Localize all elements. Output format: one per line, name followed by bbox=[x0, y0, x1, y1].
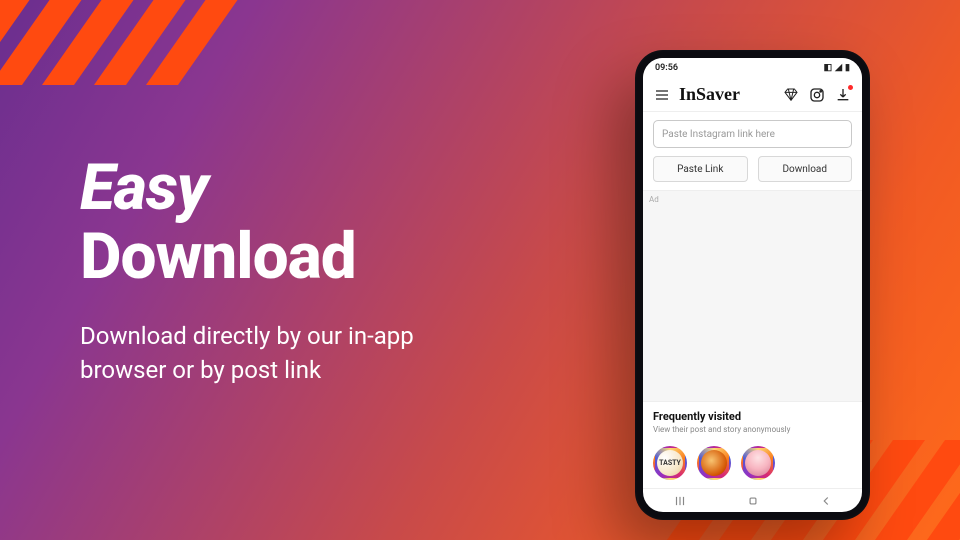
headline-line2: Download bbox=[80, 219, 356, 294]
avatar[interactable] bbox=[741, 446, 775, 480]
appbar: InSaver bbox=[643, 78, 862, 112]
download-tray-icon[interactable] bbox=[834, 86, 852, 104]
ad-area: Ad bbox=[643, 190, 862, 402]
recents-icon[interactable] bbox=[673, 494, 687, 508]
avatar-label bbox=[745, 450, 771, 476]
app-brand: InSaver bbox=[679, 84, 774, 105]
avatar[interactable] bbox=[697, 446, 731, 480]
android-navbar bbox=[643, 488, 862, 512]
phone-mockup: 09:56 ◧ ◢ ▮ InSaver bbox=[635, 50, 870, 520]
battery-icon: ▮ bbox=[845, 63, 850, 73]
wifi-icon: ◧ bbox=[824, 63, 833, 73]
notification-dot bbox=[848, 85, 853, 90]
headline-line1: Easy bbox=[80, 150, 356, 225]
avatar-label bbox=[701, 450, 727, 476]
avatar-row: TASTY bbox=[643, 440, 862, 488]
download-button[interactable]: Download bbox=[758, 156, 853, 182]
ad-label: Ad bbox=[649, 195, 659, 204]
link-input[interactable]: Paste Instagram link here bbox=[653, 120, 852, 148]
subtitle: Download directly by our in-app browser … bbox=[80, 320, 460, 387]
instagram-icon[interactable] bbox=[808, 86, 826, 104]
headline: Easy Download bbox=[80, 150, 356, 294]
statusbar-right: ◧ ◢ ▮ bbox=[824, 63, 850, 73]
avatar-label: TASTY bbox=[657, 450, 683, 476]
hatch-top bbox=[0, 0, 220, 85]
signal-icon: ◢ bbox=[835, 63, 842, 73]
avatar[interactable]: TASTY bbox=[653, 446, 687, 480]
phone-screen: 09:56 ◧ ◢ ▮ InSaver bbox=[643, 58, 862, 512]
menu-icon[interactable] bbox=[653, 86, 671, 104]
frequently-visited-section: Frequently visited View their post and s… bbox=[643, 402, 862, 440]
statusbar: 09:56 ◧ ◢ ▮ bbox=[643, 58, 862, 78]
link-input-placeholder: Paste Instagram link here bbox=[662, 129, 775, 140]
statusbar-time: 09:56 bbox=[655, 63, 678, 73]
back-icon[interactable] bbox=[819, 494, 833, 508]
home-icon[interactable] bbox=[746, 494, 760, 508]
promo-canvas: Easy Download Download directly by our i… bbox=[0, 0, 960, 540]
freq-subtitle: View their post and story anonymously bbox=[653, 425, 852, 434]
freq-title: Frequently visited bbox=[653, 410, 852, 423]
diamond-icon[interactable] bbox=[782, 86, 800, 104]
paste-link-button[interactable]: Paste Link bbox=[653, 156, 748, 182]
